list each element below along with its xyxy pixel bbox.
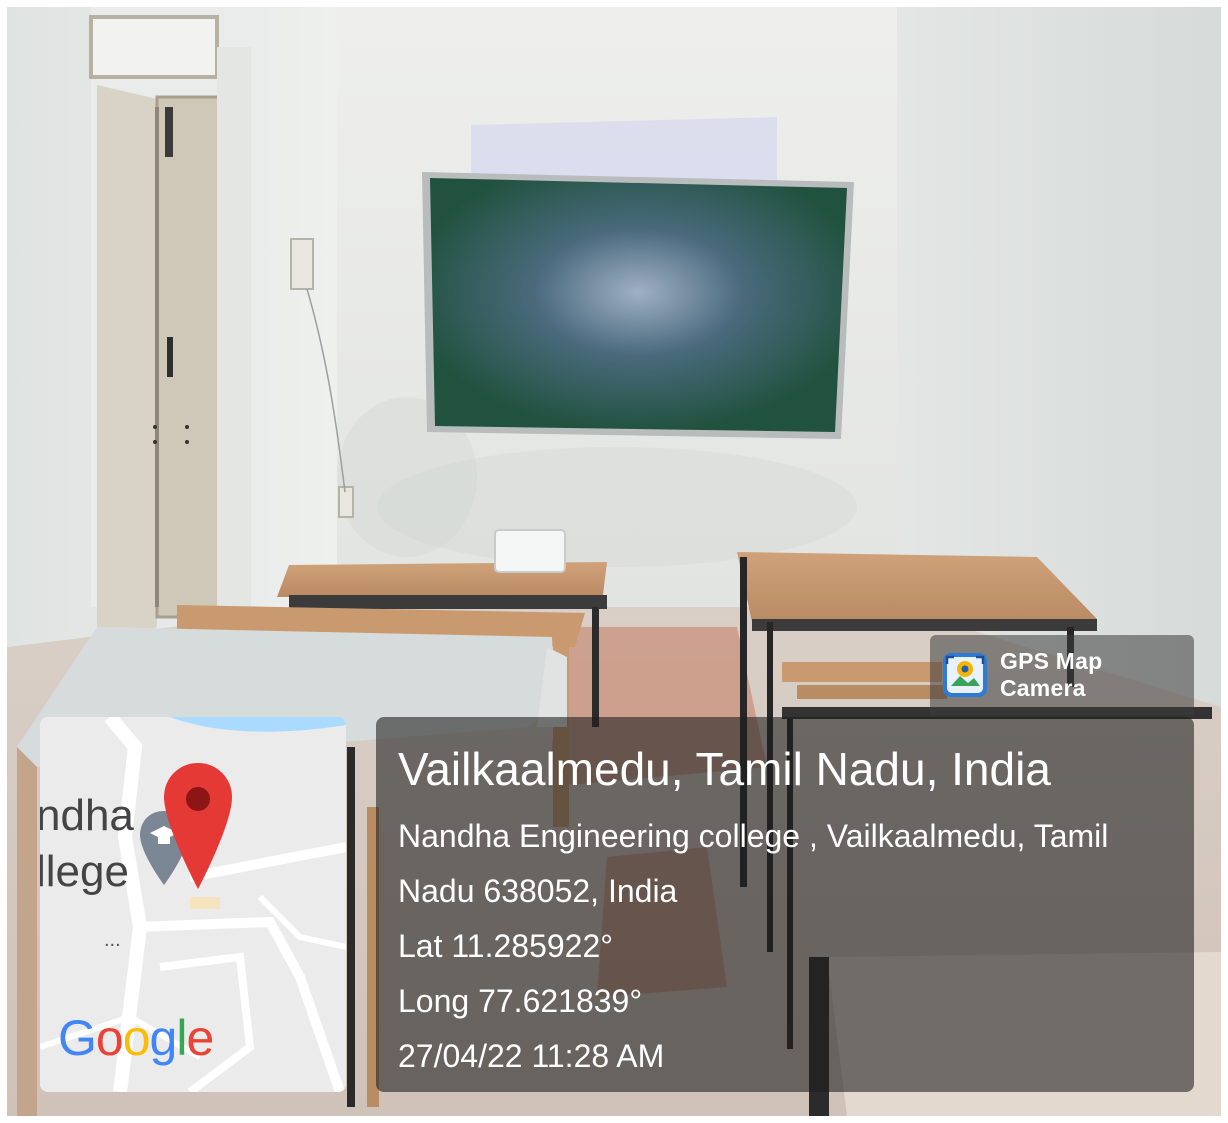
map-thumbnail[interactable]: ndha llege ... Google [40,717,346,1092]
photo-frame: GPS Map Camera ndha llege ... Google Vai… [7,7,1221,1116]
gps-map-camera-icon [943,653,987,697]
gps-map-camera-badge: GPS Map Camera [930,635,1194,715]
address-line-2: Nadu 638052, India [398,873,678,909]
address-line-1: Nandha Engineering college , Vailkaalmed… [398,818,1109,854]
location-title: Vailkaalmedu, Tamil Nadu, India [398,743,1051,795]
google-logo: Google [58,1010,214,1066]
map-place-label-1: ndha [40,791,134,840]
longitude-text: Long 77.621839° [398,983,643,1019]
latitude-text: Lat 11.285922° [398,928,614,964]
map-dots: ... [104,929,121,951]
location-pin-icon [164,763,232,889]
timestamp-text: 27/04/22 11:28 AM [398,1038,665,1074]
app-name-label: GPS Map Camera [1000,648,1103,701]
map-place-label-2: llege [40,847,129,896]
location-info-panel: Vailkaalmedu, Tamil Nadu, India Nandha E… [376,717,1194,1092]
